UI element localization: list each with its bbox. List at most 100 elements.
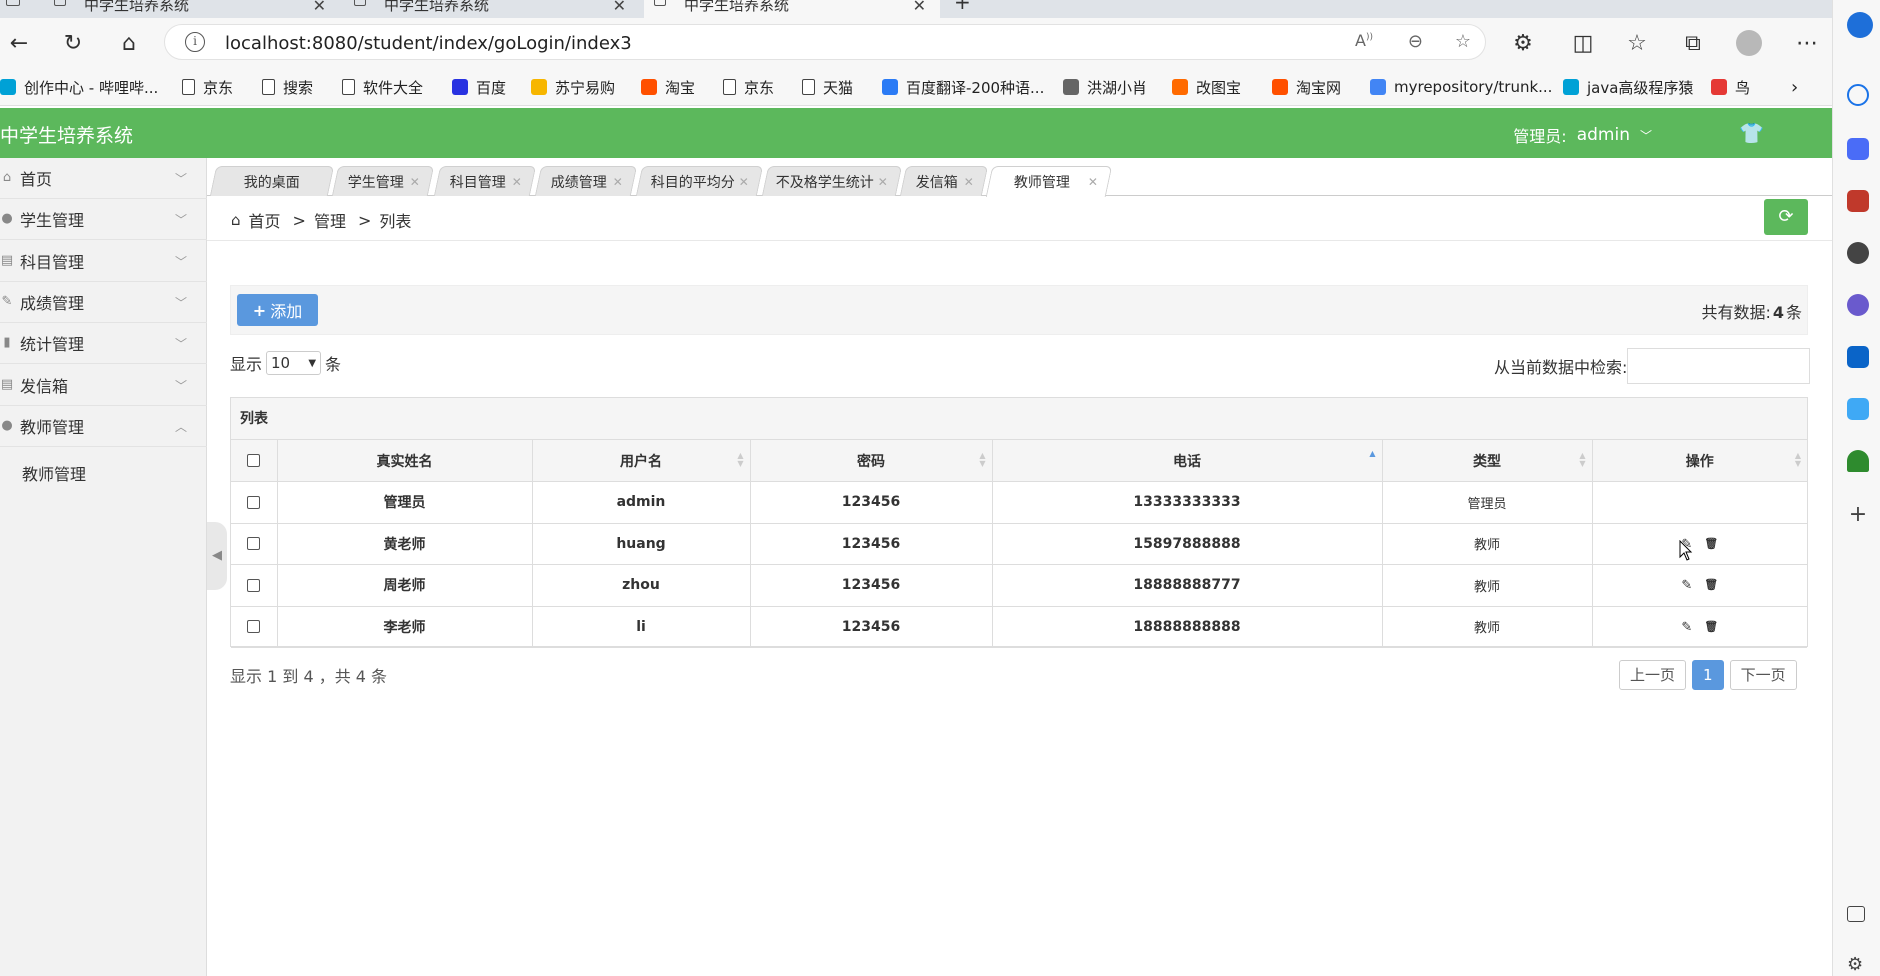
collections-icon[interactable]: ⧉ xyxy=(1678,28,1708,58)
settings-icon[interactable]: ⚙ xyxy=(1847,954,1869,976)
browser-tab-3[interactable]: 中学生培养系统 ✕ xyxy=(644,0,940,18)
row-checkbox[interactable] xyxy=(247,537,261,551)
tree-icon[interactable] xyxy=(1847,450,1869,472)
content-tab[interactable]: 发信箱 ✕ xyxy=(899,166,989,196)
theme-shirt-icon[interactable]: 👕 xyxy=(1739,121,1764,145)
tools-icon[interactable] xyxy=(1847,190,1869,212)
back-icon[interactable]: ← xyxy=(4,28,34,58)
search-icon[interactable] xyxy=(1847,84,1869,106)
zoom-out-icon[interactable]: ⊖ xyxy=(1408,31,1423,52)
side-menu-item[interactable]: ● 教师管理 ︿ xyxy=(0,406,207,447)
bookmark-item[interactable]: 洪湖小肖 xyxy=(1063,76,1147,98)
row-checkbox[interactable] xyxy=(247,620,261,634)
new-tab-button[interactable]: + xyxy=(950,0,976,18)
close-icon[interactable]: ✕ xyxy=(964,175,974,189)
close-icon[interactable]: ✕ xyxy=(739,175,749,189)
column-header-username[interactable]: 用户名 ▲ ▼ xyxy=(532,440,751,482)
side-menu-item[interactable]: ▤ 科目管理 ﹀ xyxy=(0,241,207,282)
url-text[interactable]: localhost:8080/student/index/goLogin/ind… xyxy=(225,33,632,54)
bookmark-item[interactable]: java高级程序猿 xyxy=(1563,76,1693,98)
close-icon[interactable]: ✕ xyxy=(313,0,326,15)
bookmark-item[interactable]: 天猫 xyxy=(802,76,853,98)
favorites-icon[interactable]: ☆ xyxy=(1622,28,1652,58)
column-header-name[interactable]: 真实姓名 xyxy=(277,440,533,482)
close-icon[interactable]: ✕ xyxy=(878,175,888,189)
chevron-down-icon[interactable]: ﹀ xyxy=(1640,127,1652,144)
bookmark-item[interactable]: 百度 xyxy=(452,76,506,98)
profile-avatar[interactable] xyxy=(1734,28,1764,58)
column-header-actions[interactable]: 操作 ▲ ▼ xyxy=(1592,440,1807,482)
column-header-password[interactable]: 密码 ▲ ▼ xyxy=(750,440,993,482)
prev-page-button[interactable]: 上一页 xyxy=(1619,660,1687,690)
side-menu-item[interactable]: ⌂ 首页 ﹀ xyxy=(0,158,207,199)
outlook-icon[interactable] xyxy=(1847,346,1869,368)
side-menu-item[interactable]: ● 学生管理 ﹀ xyxy=(0,199,207,241)
office-icon[interactable] xyxy=(1847,294,1869,316)
page-length-select[interactable]: 10 ▼ xyxy=(266,351,322,375)
bookmark-item[interactable]: 京东 xyxy=(723,76,774,98)
bookmark-item[interactable]: 淘宝 xyxy=(641,76,695,98)
info-icon[interactable]: i xyxy=(185,32,205,52)
url-field[interactable]: i localhost:8080/student/index/goLogin/i… xyxy=(164,24,1486,60)
bookmark-item[interactable]: 苏宁易购 xyxy=(531,76,615,98)
more-menu-icon[interactable]: ⋯ xyxy=(1792,28,1822,58)
home-icon[interactable]: ⌂ xyxy=(114,28,144,58)
bookmark-item[interactable]: 百度翻译-200种语... xyxy=(882,76,1044,98)
favorite-add-icon[interactable]: ☆ xyxy=(1455,31,1471,52)
delete-icon[interactable]: 🗑 xyxy=(1704,620,1718,635)
close-icon[interactable]: ✕ xyxy=(913,0,926,15)
column-header-type[interactable]: 类型 ▲ ▼ xyxy=(1382,440,1593,482)
edit-icon[interactable]: ✎ xyxy=(1681,620,1692,635)
games-icon[interactable] xyxy=(1847,242,1869,264)
close-icon[interactable]: ✕ xyxy=(512,175,522,189)
read-aloud-icon[interactable]: A)) xyxy=(1355,31,1373,50)
content-tab[interactable]: 不及格学生统计 ✕ xyxy=(761,166,903,196)
add-button[interactable]: + 添加 xyxy=(237,294,318,326)
admin-menu[interactable]: 管理员: admin ﹀ xyxy=(1513,123,1652,147)
content-tab[interactable]: 我的桌面 xyxy=(209,166,335,196)
row-checkbox[interactable] xyxy=(247,495,261,509)
search-input[interactable] xyxy=(1627,348,1811,384)
extensions-icon[interactable]: ⚙ xyxy=(1508,28,1538,58)
edit-icon[interactable]: ✎ xyxy=(1681,578,1692,593)
bookmarks-overflow-chevron-icon[interactable]: › xyxy=(1791,76,1798,98)
content-tab[interactable]: 教师管理 ✕ xyxy=(985,166,1113,197)
breadcrumb-manage[interactable]: 管理 xyxy=(314,208,346,232)
delete-icon[interactable]: 🗑 xyxy=(1704,578,1718,593)
content-tab[interactable]: 科目管理 ✕ xyxy=(433,166,537,196)
row-checkbox[interactable] xyxy=(247,578,261,592)
bookmark-item[interactable]: 京东 xyxy=(182,76,233,98)
bookmark-item[interactable]: 软件大全 xyxy=(342,76,423,98)
next-page-button[interactable]: 下一页 xyxy=(1729,660,1797,690)
bookmark-item[interactable]: 淘宝网 xyxy=(1272,76,1341,98)
bookmark-item[interactable]: 搜索 xyxy=(262,76,313,98)
bookmark-item[interactable]: 鸟 xyxy=(1711,76,1750,98)
breadcrumb-home[interactable]: 首页 xyxy=(249,208,281,232)
refresh-button[interactable]: ⟳ xyxy=(1764,199,1808,235)
send-icon[interactable] xyxy=(1847,398,1869,420)
bing-icon[interactable] xyxy=(1847,12,1873,38)
close-icon[interactable]: ✕ xyxy=(410,175,420,189)
select-all-checkbox[interactable] xyxy=(247,454,261,467)
delete-icon[interactable]: 🗑 xyxy=(1704,537,1718,552)
close-icon[interactable]: ✕ xyxy=(1088,175,1098,189)
column-header-phone[interactable]: 电话 ▲ xyxy=(992,440,1383,482)
content-tab[interactable]: 科目的平均分 ✕ xyxy=(635,166,764,196)
bookmark-item[interactable]: myrepository/trunk... xyxy=(1370,76,1552,98)
split-screen-icon[interactable]: ◫ xyxy=(1568,28,1598,58)
add-icon[interactable]: + xyxy=(1847,504,1869,526)
side-menu-item[interactable]: ✎ 成绩管理 ﹀ xyxy=(0,282,207,323)
sidebar-toggle-icon[interactable] xyxy=(1847,906,1865,922)
collapse-menu-button[interactable]: ◀ xyxy=(207,522,227,590)
reload-icon[interactable]: ↻ xyxy=(58,28,88,58)
side-submenu-item[interactable]: 教师管理 xyxy=(22,461,86,485)
close-icon[interactable]: ✕ xyxy=(613,175,623,189)
bookmark-item[interactable]: 改图宝 xyxy=(1172,76,1241,98)
browser-tab-1[interactable]: 中学生培养系统 ✕ xyxy=(44,0,340,18)
admin-name[interactable]: admin xyxy=(1577,125,1630,145)
page-1-button[interactable]: 1 xyxy=(1692,660,1724,690)
content-tab[interactable]: 学生管理 ✕ xyxy=(331,166,435,196)
shopping-icon[interactable] xyxy=(1847,138,1869,160)
side-menu-item[interactable]: ▮ 统计管理 ﹀ xyxy=(0,323,207,365)
content-tab[interactable]: 成绩管理 ✕ xyxy=(534,166,638,196)
